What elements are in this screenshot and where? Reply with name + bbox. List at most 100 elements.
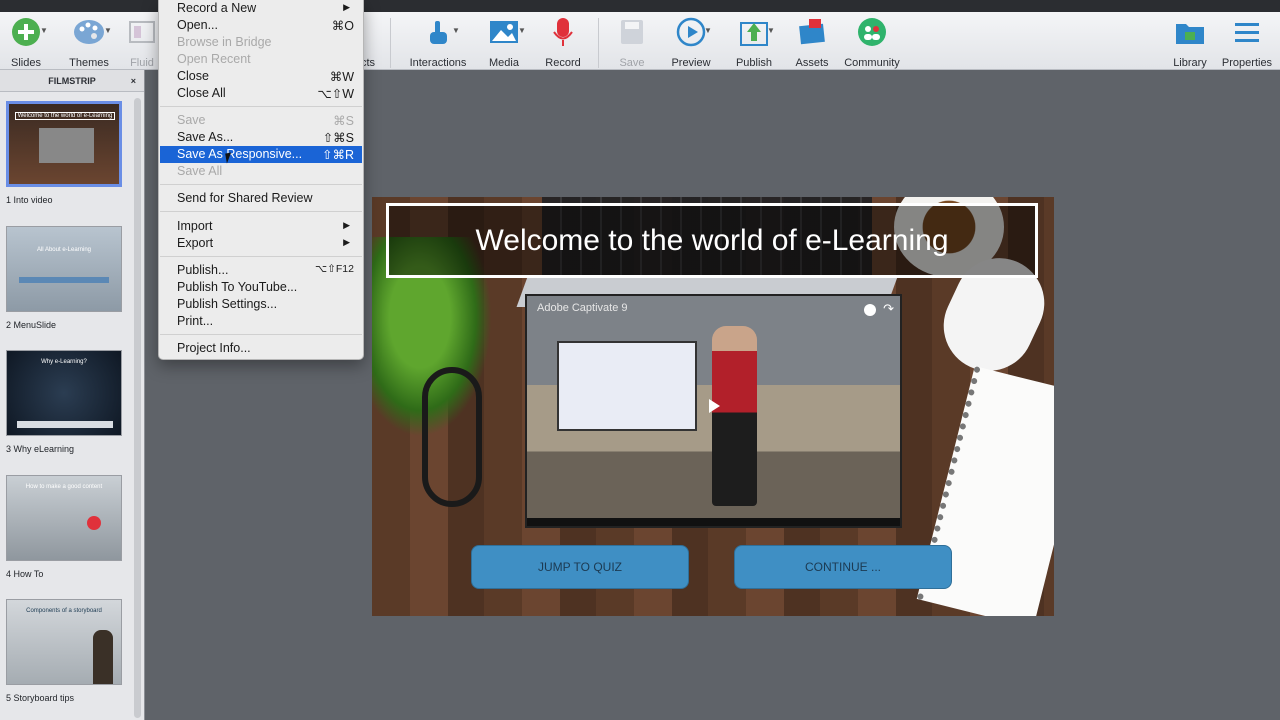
publish-icon bbox=[740, 22, 768, 46]
submenu-arrow-icon: ▶ bbox=[343, 237, 350, 247]
plus-circle-icon bbox=[12, 18, 40, 46]
menu-separator bbox=[160, 211, 362, 212]
menu-separator bbox=[160, 334, 362, 335]
clock-icon[interactable] bbox=[864, 304, 876, 316]
filmstrip-slide[interactable]: Welcome to the world of e-Learning 1 Int… bbox=[6, 101, 124, 205]
menu-item-print[interactable]: Print... bbox=[160, 313, 362, 330]
preview-label: Preview bbox=[671, 57, 711, 69]
slide-thumb-bar bbox=[17, 421, 113, 428]
slide-label: 4 How To bbox=[6, 569, 44, 579]
menu-item-open[interactable]: Open... ⌘O bbox=[160, 17, 362, 34]
slide-thumb-title: Components of a storyboard bbox=[26, 608, 102, 614]
palette-icon bbox=[74, 20, 104, 44]
record-button[interactable]: Record bbox=[528, 15, 598, 69]
submenu-arrow-icon: ▶ bbox=[343, 2, 350, 12]
filmstrip-scrollbar[interactable] bbox=[134, 98, 141, 718]
interactions-label: Interactions bbox=[409, 57, 467, 69]
filmstrip-title: FILMSTRIP bbox=[48, 76, 96, 86]
chevron-down-icon[interactable]: ▼ bbox=[704, 26, 712, 35]
menu-item-save-as[interactable]: Save As... ⇧⌘S bbox=[160, 129, 362, 146]
filmstrip-slide[interactable]: Components of a storyboard 5 Storyboard … bbox=[6, 599, 124, 703]
menu-separator bbox=[160, 184, 362, 185]
assets-icon bbox=[799, 19, 825, 45]
slide-thumb-video bbox=[39, 128, 94, 163]
continue-button[interactable]: CONTINUE ... bbox=[734, 545, 952, 589]
share-icon[interactable]: ↷ bbox=[883, 301, 894, 317]
menu-item-close-all[interactable]: Close All ⌥⇧W bbox=[160, 85, 362, 102]
close-icon[interactable]: × bbox=[131, 70, 136, 92]
video-player[interactable]: Adobe Captivate 9 ↷ bbox=[525, 294, 902, 528]
record-label: Record bbox=[545, 57, 581, 69]
slide-thumb-title: All About e-Learning bbox=[36, 247, 92, 253]
properties-button[interactable]: Properties bbox=[1212, 15, 1280, 69]
community-icon bbox=[858, 18, 886, 46]
fluid-box-icon bbox=[129, 21, 155, 43]
properties-label: Properties bbox=[1221, 57, 1273, 69]
menu-separator bbox=[160, 106, 362, 107]
menu-item-save: Save ⌘S bbox=[177, 113, 354, 128]
chevron-down-icon[interactable]: ▼ bbox=[518, 26, 526, 35]
video-presenter bbox=[712, 326, 757, 506]
chevron-down-icon[interactable]: ▼ bbox=[452, 26, 460, 35]
community-button[interactable]: Community bbox=[837, 15, 907, 69]
submenu-arrow-icon: ▶ bbox=[343, 220, 350, 230]
menu-item-send-shared-review[interactable]: Send for Shared Review bbox=[160, 190, 362, 207]
menu-item-publish[interactable]: Publish... ⌥⇧F12 bbox=[160, 262, 362, 279]
play-icon[interactable] bbox=[709, 399, 720, 413]
jump-to-quiz-button[interactable]: JUMP TO QUIZ bbox=[471, 545, 689, 589]
chevron-down-icon[interactable]: ▼ bbox=[40, 26, 48, 35]
hand-pointer-icon bbox=[430, 21, 447, 44]
library-folder-icon bbox=[1176, 24, 1204, 44]
slide-thumbnail: All About e-Learning bbox=[6, 226, 122, 312]
filmstrip-slide[interactable]: Why e-Learning? 3 Why eLearning bbox=[6, 350, 124, 454]
slide-thumb-title: Welcome to the world of e-Learning bbox=[15, 112, 115, 120]
glasses-image bbox=[422, 367, 482, 507]
slide-thumb-person bbox=[93, 630, 113, 684]
save-icon bbox=[621, 20, 643, 44]
menu-item-save-as-responsive[interactable]: Save As Responsive... ⇧⌘R bbox=[160, 146, 362, 163]
slide-stage[interactable]: Welcome to the world of e-Learning Adobe… bbox=[372, 197, 1054, 616]
slide-label: 2 MenuSlide bbox=[6, 320, 57, 330]
preview-button[interactable]: Preview bbox=[656, 15, 726, 69]
community-label: Community bbox=[844, 57, 900, 69]
slide-thumbnail: How to make a good content bbox=[6, 475, 122, 561]
menu-item-browse-bridge: Browse in Bridge bbox=[177, 35, 272, 49]
slide-thumb-title: How to make a good content bbox=[25, 484, 103, 490]
video-screen-graphic bbox=[557, 341, 697, 431]
chevron-down-icon[interactable]: ▼ bbox=[767, 26, 775, 35]
microphone-icon bbox=[553, 18, 573, 46]
slide-label: 1 Into video bbox=[6, 195, 53, 205]
video-title: Adobe Captivate 9 bbox=[537, 302, 628, 314]
menu-item-record-new[interactable]: Record a New ▶ bbox=[160, 0, 362, 17]
toolbar-divider bbox=[390, 18, 391, 68]
menu-item-export[interactable]: Export ▶ bbox=[160, 235, 362, 252]
menu-item-project-info[interactable]: Project Info... bbox=[160, 340, 362, 357]
menu-item-open-recent: Open Recent bbox=[177, 52, 251, 66]
menu-item-save-all: Save All bbox=[177, 164, 223, 178]
slides-label: Slides bbox=[11, 57, 41, 69]
play-circle-icon bbox=[676, 17, 706, 47]
slide-thumbnail: Components of a storyboard bbox=[6, 599, 122, 685]
menu-item-publish-youtube[interactable]: Publish To YouTube... bbox=[160, 279, 362, 296]
interactions-button[interactable]: Interactions bbox=[403, 15, 473, 69]
filmstrip-panel: FILMSTRIP × Welcome to the world of e-Le… bbox=[0, 70, 145, 720]
menu-item-publish-settings[interactable]: Publish Settings... bbox=[160, 296, 362, 313]
image-icon bbox=[490, 21, 518, 43]
menu-item-import[interactable]: Import ▶ bbox=[160, 218, 362, 235]
slide-label: 5 Storyboard tips bbox=[6, 693, 75, 703]
filmstrip-slide[interactable]: How to make a good content 4 How To bbox=[6, 475, 124, 579]
slides-button[interactable]: Slides bbox=[0, 15, 61, 69]
properties-icon bbox=[1235, 23, 1259, 42]
slide-thumbnail: Welcome to the world of e-Learning bbox=[6, 101, 122, 187]
slide-thumb-bar bbox=[19, 277, 109, 283]
filmstrip-slide[interactable]: All About e-Learning 2 MenuSlide bbox=[6, 226, 124, 330]
slide-title-box[interactable]: Welcome to the world of e-Learning bbox=[386, 203, 1038, 278]
slide-thumbnail: Why e-Learning? bbox=[6, 350, 122, 436]
file-menu: Record a New ▶ Open... ⌘O Browse in Bridge… bbox=[158, 0, 364, 360]
slide-title: Welcome to the world of e-Learning bbox=[475, 224, 949, 257]
menu-item-close[interactable]: Close ⌘W bbox=[160, 68, 362, 85]
slide-thumb-title: Why e-Learning? bbox=[41, 359, 87, 365]
slide-label: 3 Why eLearning bbox=[6, 444, 75, 454]
menu-separator bbox=[160, 256, 362, 257]
filmstrip-header: FILMSTRIP × bbox=[0, 70, 144, 92]
